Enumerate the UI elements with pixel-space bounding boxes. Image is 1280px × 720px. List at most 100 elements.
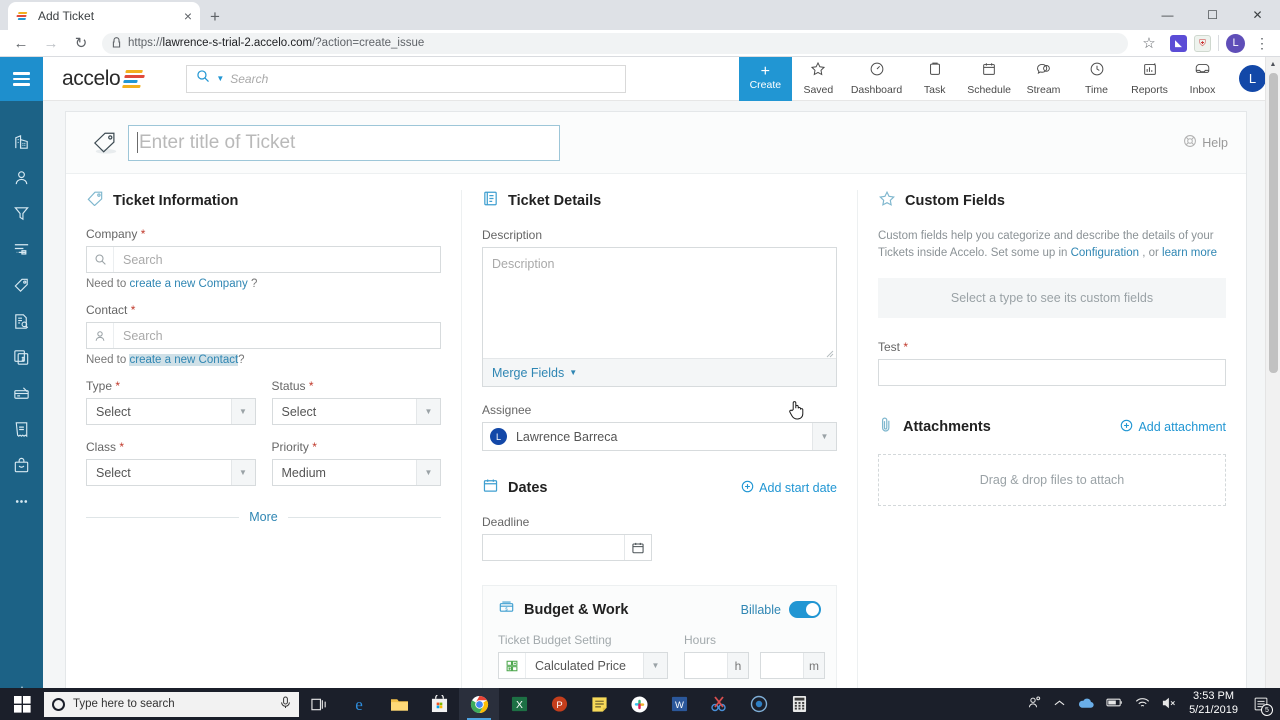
sidebar-item-projects[interactable] bbox=[0, 231, 43, 267]
company-search-input[interactable]: Search bbox=[86, 246, 441, 273]
accelo-logo[interactable]: accelo bbox=[62, 67, 146, 91]
chevron-down-icon[interactable]: ▼ bbox=[642, 653, 667, 678]
microsoft-excel-icon[interactable]: X bbox=[499, 688, 539, 720]
browser-profile-avatar[interactable]: L bbox=[1226, 33, 1245, 53]
snipping-tool-icon[interactable] bbox=[699, 688, 739, 720]
billable-toggle-group[interactable]: Billable bbox=[741, 601, 821, 618]
back-icon[interactable]: ← bbox=[8, 30, 34, 56]
taskbar-clock[interactable]: 3:53 PM 5/21/2019 bbox=[1189, 690, 1238, 718]
create-new-company-link[interactable]: create a new Company bbox=[129, 278, 247, 290]
minutes-input[interactable]: m bbox=[759, 652, 825, 679]
deadline-field[interactable] bbox=[481, 534, 652, 561]
sidebar-item-contacts[interactable] bbox=[0, 159, 43, 195]
wifi-icon[interactable] bbox=[1135, 697, 1150, 712]
chevron-down-icon[interactable]: ▼ bbox=[230, 399, 255, 424]
sidebar-item-more[interactable] bbox=[0, 483, 43, 519]
grammarly-extension-icon[interactable]: ◣ bbox=[1170, 34, 1187, 52]
chevron-down-icon[interactable]: ▼ bbox=[416, 399, 440, 424]
help-link[interactable]: Help bbox=[1183, 134, 1228, 151]
ticket-title-input[interactable]: Enter title of Ticket bbox=[128, 124, 560, 161]
chevron-down-icon[interactable]: ▼ bbox=[216, 74, 224, 83]
window-close-icon[interactable]: ✕ bbox=[1235, 0, 1280, 30]
sticky-notes-icon[interactable] bbox=[579, 688, 619, 720]
sidebar-item-sales[interactable] bbox=[0, 195, 43, 231]
more-link[interactable]: More bbox=[249, 510, 277, 524]
microsoft-powerpoint-icon[interactable]: P bbox=[539, 688, 579, 720]
notification-center-icon[interactable]: 5 bbox=[1250, 688, 1273, 720]
screen-recorder-icon[interactable] bbox=[739, 688, 779, 720]
sidebar-item-companies[interactable] bbox=[0, 123, 43, 159]
slack-icon[interactable] bbox=[619, 688, 659, 720]
sidebar-item-invoices[interactable] bbox=[0, 411, 43, 447]
close-icon[interactable]: × bbox=[184, 9, 192, 23]
sidebar-item-retainers[interactable] bbox=[0, 303, 43, 339]
configuration-link[interactable]: Configuration bbox=[1071, 247, 1139, 259]
microsoft-word-icon[interactable]: W bbox=[659, 688, 699, 720]
global-search[interactable]: ▼ Search bbox=[186, 64, 627, 93]
nav-item-reports[interactable]: Reports bbox=[1123, 57, 1176, 101]
chevron-down-icon[interactable]: ▼ bbox=[416, 460, 440, 485]
create-new-contact-link[interactable]: create a new Contact bbox=[129, 354, 239, 366]
nav-item-inbox[interactable]: Inbox bbox=[1176, 57, 1229, 101]
hours-input[interactable]: h bbox=[683, 652, 749, 679]
page-scrollbar[interactable]: ▲ ▼ bbox=[1265, 57, 1280, 720]
attachment-dropzone[interactable]: Drag & drop files to attach bbox=[877, 454, 1226, 507]
create-button[interactable]: + Create bbox=[738, 57, 792, 101]
test-input[interactable] bbox=[877, 359, 1226, 387]
calculator-icon[interactable] bbox=[779, 688, 819, 720]
bookmark-star-icon[interactable]: ☆ bbox=[1136, 30, 1162, 56]
nav-item-saved[interactable]: Saved bbox=[792, 57, 845, 101]
microsoft-edge-icon[interactable]: e bbox=[339, 688, 379, 720]
learn-more-link[interactable]: learn more bbox=[1162, 247, 1217, 259]
calendar-picker-icon[interactable] bbox=[623, 535, 651, 560]
browser-menu-icon[interactable]: ⋮ bbox=[1252, 36, 1272, 50]
sidebar-item-expenses[interactable] bbox=[0, 375, 43, 411]
user-avatar[interactable]: L bbox=[1239, 65, 1266, 92]
forward-icon[interactable]: → bbox=[38, 30, 64, 56]
nav-item-schedule[interactable]: Schedule bbox=[961, 57, 1017, 101]
class-select[interactable]: Select ▼ bbox=[86, 459, 256, 486]
microsoft-store-icon[interactable] bbox=[419, 688, 459, 720]
new-tab-button[interactable]: + bbox=[210, 8, 220, 25]
deadline-input[interactable] bbox=[483, 535, 624, 560]
sidebar-item-quotes[interactable] bbox=[0, 339, 43, 375]
nav-item-task[interactable]: Task bbox=[908, 57, 961, 101]
file-explorer-icon[interactable] bbox=[379, 688, 419, 720]
task-view-icon[interactable] bbox=[299, 688, 339, 720]
start-button-icon[interactable] bbox=[0, 688, 44, 720]
sidebar-item-purchases[interactable] bbox=[0, 447, 43, 483]
merge-fields-dropdown[interactable]: Merge Fields ▼ bbox=[482, 358, 836, 386]
status-select[interactable]: Select ▼ bbox=[271, 398, 441, 425]
reload-icon[interactable]: ↻ bbox=[68, 30, 94, 56]
lastpass-extension-icon[interactable]: ⛨ bbox=[1194, 34, 1211, 52]
search-input[interactable]: Search bbox=[230, 72, 268, 86]
budget-setting-select[interactable]: Calculated Price ▼ bbox=[497, 652, 668, 679]
battery-icon[interactable] bbox=[1106, 697, 1123, 711]
show-hidden-icons[interactable] bbox=[1054, 698, 1065, 710]
chevron-down-icon[interactable]: ▼ bbox=[811, 423, 836, 450]
contact-search-input[interactable]: Search bbox=[86, 322, 441, 349]
scrollbar-thumb[interactable] bbox=[1269, 73, 1278, 373]
menu-toggle-button[interactable] bbox=[0, 57, 43, 101]
scroll-up-arrow[interactable]: ▲ bbox=[1266, 57, 1280, 72]
onedrive-icon[interactable] bbox=[1077, 697, 1094, 712]
browser-tab[interactable]: Add Ticket × bbox=[8, 2, 200, 30]
taskbar-search-box[interactable]: Type here to search bbox=[44, 691, 299, 717]
add-start-date-button[interactable]: Add start date bbox=[741, 480, 837, 496]
billable-toggle[interactable] bbox=[788, 601, 821, 618]
nav-item-dashboard[interactable]: Dashboard bbox=[845, 57, 908, 101]
priority-select[interactable]: Medium ▼ bbox=[271, 459, 441, 486]
sidebar-item-tickets[interactable] bbox=[0, 267, 43, 303]
resize-handle-icon[interactable] bbox=[825, 347, 834, 358]
add-attachment-button[interactable]: Add attachment bbox=[1120, 419, 1226, 435]
google-chrome-icon[interactable] bbox=[459, 688, 499, 720]
maximize-icon[interactable]: ☐ bbox=[1190, 0, 1235, 30]
hours-value[interactable] bbox=[685, 653, 727, 678]
minimize-icon[interactable]: — bbox=[1145, 0, 1190, 30]
microphone-icon[interactable] bbox=[280, 696, 291, 712]
assignee-select[interactable]: L Lawrence Barreca ▼ bbox=[481, 422, 837, 451]
nav-item-time[interactable]: Time bbox=[1070, 57, 1123, 101]
chevron-down-icon[interactable]: ▼ bbox=[230, 460, 255, 485]
description-textarea[interactable]: Description bbox=[483, 248, 836, 358]
address-bar[interactable]: https://lawrence-s-trial-2.accelo.com/?a… bbox=[102, 32, 1128, 54]
